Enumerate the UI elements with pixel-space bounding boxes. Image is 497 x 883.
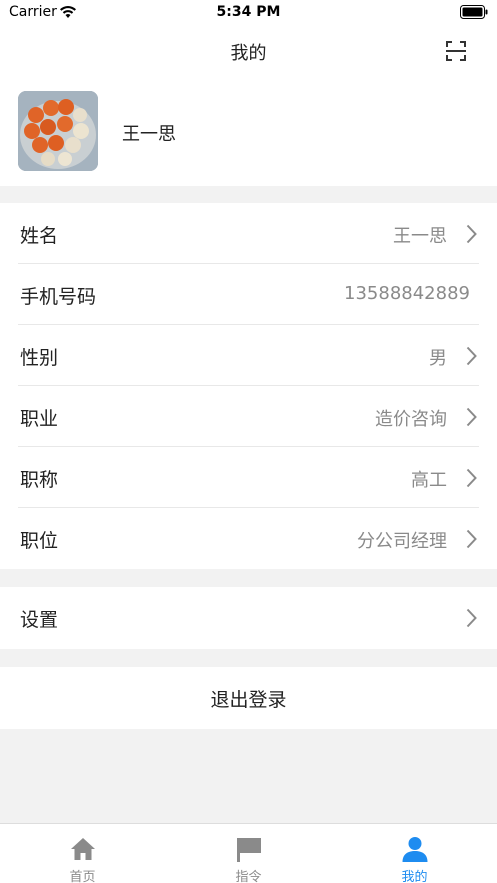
avatar[interactable]	[18, 91, 98, 171]
tab-mine[interactable]: 我的	[332, 824, 497, 883]
tab-command[interactable]: 指令	[166, 824, 331, 883]
tab-label: 我的	[401, 870, 428, 883]
logout-label: 退出登录	[210, 689, 287, 711]
row-label: 设置	[20, 609, 59, 631]
row-phone: 手机号码 13588842889	[18, 264, 479, 325]
avatar-photo	[18, 91, 98, 171]
page-title: 我的	[230, 43, 267, 64]
person-icon	[402, 837, 428, 862]
row-value: 13588842889	[344, 283, 470, 304]
chevron-right-icon	[466, 346, 477, 366]
tab-label: 指令	[235, 870, 262, 883]
row-title[interactable]: 职称 高工	[18, 447, 479, 508]
chevron-right-icon	[466, 468, 477, 488]
row-value: 高工	[411, 470, 447, 491]
row-value: 分公司经理	[357, 531, 447, 552]
row-label: 姓名	[20, 225, 59, 247]
row-value: 男	[429, 348, 447, 369]
chevron-right-icon	[466, 529, 477, 549]
status-time: 5:34 PM	[216, 4, 281, 20]
row-gender[interactable]: 性别 男	[18, 325, 479, 386]
row-label: 职称	[20, 469, 59, 491]
row-value: 造价咨询	[375, 409, 447, 430]
profile-name: 王一思	[122, 124, 176, 145]
row-occupation[interactable]: 职业 造价咨询	[18, 386, 479, 447]
tab-home[interactable]: 首页	[0, 824, 165, 883]
row-settings[interactable]: 设置	[18, 587, 479, 648]
row-label: 职位	[20, 530, 59, 552]
row-position[interactable]: 职位 分公司经理	[18, 508, 479, 569]
tab-label: 首页	[69, 870, 96, 883]
row-label: 手机号码	[20, 286, 97, 308]
row-name[interactable]: 姓名 王一思	[18, 203, 479, 264]
tab-bar: 首页 指令 我的	[0, 823, 497, 883]
chevron-right-icon	[466, 224, 477, 244]
nav-bar: 我的	[0, 24, 497, 76]
profile-info-list: 姓名 王一思 手机号码 13588842889 性别 男 职业 造价咨询 职称 …	[0, 203, 497, 569]
settings-group: 设置	[0, 587, 497, 649]
profile-header[interactable]: 王一思	[0, 76, 497, 186]
home-icon	[71, 838, 95, 860]
battery-icon	[460, 5, 488, 19]
row-value: 王一思	[393, 226, 447, 247]
row-label: 职业	[20, 408, 59, 430]
status-bar: Carrier 5:34 PM	[0, 0, 497, 24]
scan-icon[interactable]	[444, 39, 468, 63]
chevron-right-icon	[466, 608, 477, 628]
logout-button[interactable]: 退出登录	[0, 667, 497, 729]
flag-icon	[237, 838, 261, 862]
chevron-right-icon	[466, 407, 477, 427]
row-label: 性别	[20, 347, 59, 369]
